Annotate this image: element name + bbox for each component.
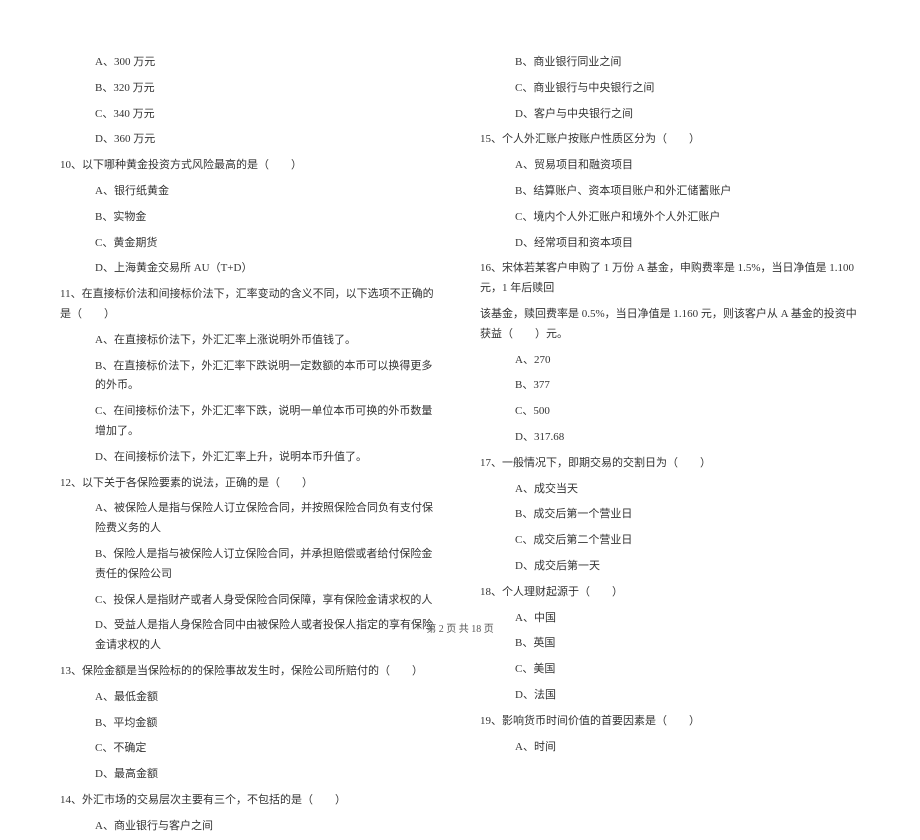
q13-text: 13、保险金额是当保险标的的保险事故发生时，保险公司所赔付的（ ） xyxy=(60,659,440,685)
q14-text: 14、外汇市场的交易层次主要有三个，不包括的是（ ） xyxy=(60,788,440,814)
q13-option-c: C、不确定 xyxy=(60,736,440,762)
q13-option-d: D、最高金额 xyxy=(60,762,440,788)
q14-option-b: B、商业银行同业之间 xyxy=(480,50,860,76)
q18-option-d: D、法国 xyxy=(480,683,860,709)
q9-option-a: A、300 万元 xyxy=(60,50,440,76)
q15-option-a: A、贸易项目和融资项目 xyxy=(480,153,860,179)
q13-option-a: A、最低金额 xyxy=(60,685,440,711)
q15-option-d: D、经常项目和资本项目 xyxy=(480,231,860,257)
q17-option-b: B、成交后第一个营业日 xyxy=(480,502,860,528)
q10-option-c: C、黄金期货 xyxy=(60,231,440,257)
q10-option-b: B、实物金 xyxy=(60,205,440,231)
q18-option-c: C、美国 xyxy=(480,657,860,683)
q16-option-b: B、377 xyxy=(480,373,860,399)
q16-option-c: C、500 xyxy=(480,399,860,425)
q16-option-d: D、317.68 xyxy=(480,425,860,451)
q11-option-b: B、在直接标价法下，外汇汇率下跌说明一定数额的本币可以换得更多的外币。 xyxy=(60,354,440,400)
q17-option-a: A、成交当天 xyxy=(480,477,860,503)
q12-option-c: C、投保人是指财产或者人身受保险合同保障，享有保险金请求权的人 xyxy=(60,588,440,614)
q11-option-a: A、在直接标价法下，外汇汇率上涨说明外币值钱了。 xyxy=(60,328,440,354)
q12-option-b: B、保险人是指与被保险人订立保险合同，并承担赔偿或者给付保险金责任的保险公司 xyxy=(60,542,440,588)
q14-option-a: A、商业银行与客户之间 xyxy=(60,814,440,840)
q15-text: 15、个人外汇账户按账户性质区分为（ ） xyxy=(480,127,860,153)
q9-option-d: D、360 万元 xyxy=(60,127,440,153)
q16-option-a: A、270 xyxy=(480,348,860,374)
q10-option-d: D、上海黄金交易所 AU（T+D） xyxy=(60,256,440,282)
q13-option-b: B、平均金额 xyxy=(60,711,440,737)
q17-option-d: D、成交后第一天 xyxy=(480,554,860,580)
q12-text: 12、以下关于各保险要素的说法，正确的是（ ） xyxy=(60,471,440,497)
q14-option-c: C、商业银行与中央银行之间 xyxy=(480,76,860,102)
q16-text-line2: 该基金，赎回费率是 0.5%，当日净值是 1.160 元，则该客户从 A 基金的… xyxy=(480,302,860,348)
q19-option-a: A、时间 xyxy=(480,735,860,761)
page-footer: 第 2 页 共 18 页 xyxy=(0,620,920,635)
page-container: A、300 万元 B、320 万元 C、340 万元 D、360 万元 10、以… xyxy=(40,50,880,580)
q11-option-c: C、在间接标价法下，外汇汇率下跌，说明一单位本币可换的外币数量增加了。 xyxy=(60,399,440,445)
q17-text: 17、一般情况下，即期交易的交割日为（ ） xyxy=(480,451,860,477)
q17-option-c: C、成交后第二个营业日 xyxy=(480,528,860,554)
right-column: B、商业银行同业之间 C、商业银行与中央银行之间 D、客户与中央银行之间 15、… xyxy=(460,50,880,580)
q16-text-line1: 16、宋体若某客户申购了 1 万份 A 基金，申购费率是 1.5%，当日净值是 … xyxy=(480,256,860,302)
q15-option-c: C、境内个人外汇账户和境外个人外汇账户 xyxy=(480,205,860,231)
q14-option-d: D、客户与中央银行之间 xyxy=(480,102,860,128)
q11-option-d: D、在间接标价法下，外汇汇率上升，说明本币升值了。 xyxy=(60,445,440,471)
q19-text: 19、影响货币时间价值的首要因素是（ ） xyxy=(480,709,860,735)
q18-option-b: B、英国 xyxy=(480,631,860,657)
left-column: A、300 万元 B、320 万元 C、340 万元 D、360 万元 10、以… xyxy=(40,50,460,580)
q12-option-a: A、被保险人是指与保险人订立保险合同，并按照保险合同负有支付保险费义务的人 xyxy=(60,496,440,542)
q9-option-c: C、340 万元 xyxy=(60,102,440,128)
q10-text: 10、以下哪种黄金投资方式风险最高的是（ ） xyxy=(60,153,440,179)
q11-text: 11、在直接标价法和间接标价法下，汇率变动的含义不同，以下选项不正确的是（ ） xyxy=(60,282,440,328)
q9-option-b: B、320 万元 xyxy=(60,76,440,102)
q15-option-b: B、结算账户、资本项目账户和外汇储蓄账户 xyxy=(480,179,860,205)
q18-text: 18、个人理财起源于（ ） xyxy=(480,580,860,606)
q10-option-a: A、银行纸黄金 xyxy=(60,179,440,205)
